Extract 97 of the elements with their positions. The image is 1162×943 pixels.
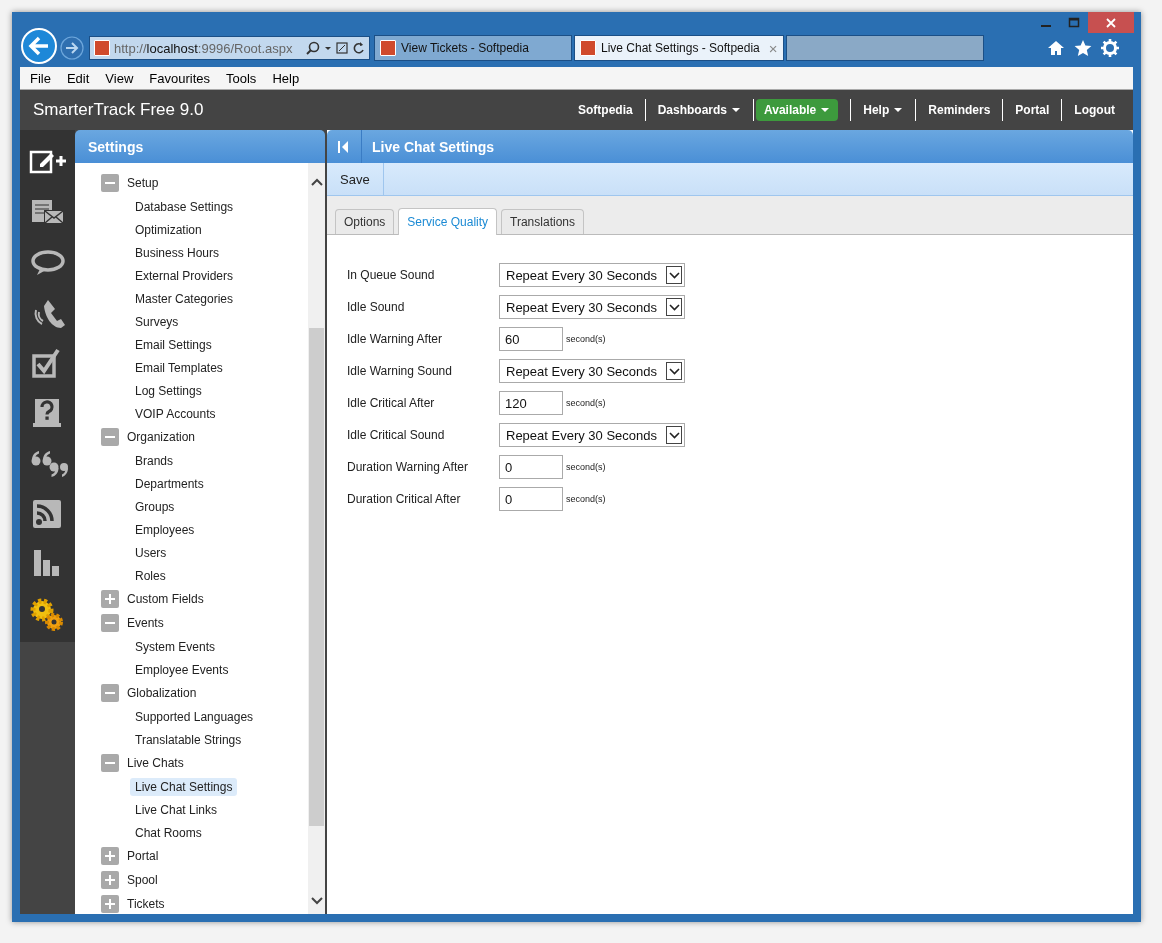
dropdown[interactable]: Repeat Every 30 Seconds	[499, 423, 685, 447]
nav-link[interactable]: Logout	[1062, 103, 1127, 117]
new-tab-button[interactable]	[785, 35, 984, 61]
close-icon[interactable]	[1105, 16, 1117, 29]
back-icon[interactable]	[20, 27, 58, 65]
tree-item[interactable]: Database Settings	[130, 197, 239, 216]
status-button[interactable]: Available	[756, 99, 839, 121]
tree-item[interactable]: Brands	[130, 451, 179, 470]
field-label: Idle Warning Sound	[347, 364, 453, 378]
tree-item[interactable]: Employees	[130, 520, 200, 539]
tree-item[interactable]: Events	[127, 616, 164, 630]
field-label: Idle Warning After	[347, 332, 443, 346]
site-icon	[94, 40, 110, 56]
field-label: Duration Critical After	[347, 492, 462, 506]
tree-item[interactable]: Employee Events	[130, 660, 234, 679]
address-text: http://localhost:9996/Root.aspx	[114, 40, 294, 56]
site-icon	[380, 40, 396, 56]
scrollbar-thumb[interactable]	[309, 328, 324, 826]
unit-label: second(s)	[566, 334, 606, 344]
tree-item[interactable]: Departments	[130, 474, 209, 493]
tree-item[interactable]: Email Settings	[130, 335, 217, 354]
tree-item[interactable]: Users	[130, 543, 172, 562]
nav-link[interactable]: Reminders	[916, 103, 1003, 117]
tree-item[interactable]: Live Chat Settings	[130, 777, 238, 796]
tree-item[interactable]: Business Hours	[130, 243, 225, 262]
star-icon[interactable]	[1074, 39, 1092, 57]
content-title: Live Chat Settings	[372, 138, 495, 155]
tab[interactable]: Translations	[501, 209, 584, 234]
search-icon[interactable]	[306, 41, 320, 55]
tree-item[interactable]: Live Chat Links	[130, 800, 223, 819]
tree-item[interactable]: System Events	[130, 637, 221, 656]
tree-item[interactable]: Tickets	[127, 897, 165, 911]
close-button[interactable]	[1088, 12, 1134, 33]
tree-item[interactable]: VOIP Accounts	[130, 404, 221, 423]
field-label: Idle Critical Sound	[347, 428, 446, 442]
settings-icon[interactable]	[1101, 39, 1119, 57]
menu-item[interactable]: File	[22, 70, 59, 86]
input-field[interactable]: 120	[499, 391, 563, 415]
tree-item[interactable]: Supported Languages	[130, 707, 259, 726]
field-label: In Queue Sound	[347, 268, 436, 282]
tree-item[interactable]: Globalization	[127, 686, 197, 700]
maximize-icon[interactable]	[1068, 17, 1080, 29]
caret-icon[interactable]	[731, 107, 742, 113]
tree-item[interactable]: Portal	[127, 849, 159, 863]
tree-item[interactable]: Roles	[130, 566, 171, 585]
field-label: Duration Warning After	[347, 460, 469, 474]
browser-tab[interactable]: Live Chat Settings - Softpedia ×	[574, 35, 784, 61]
menu-item[interactable]: Help	[264, 70, 308, 86]
tree-item[interactable]: Master Categories	[130, 289, 239, 308]
tree-item[interactable]: Setup	[127, 176, 159, 190]
input-field[interactable]: 60	[499, 327, 563, 351]
menu-item[interactable]: View	[97, 70, 142, 86]
nav-link[interactable]: Softpedia	[566, 103, 645, 117]
unit-label: second(s)	[566, 398, 606, 408]
home-icon[interactable]	[1047, 39, 1065, 57]
address-bar[interactable]: http://localhost:9996/Root.aspx	[89, 36, 370, 60]
tree-item[interactable]: Spool	[127, 873, 158, 887]
input-field[interactable]: 0	[499, 487, 563, 511]
scroll-up-icon[interactable]	[309, 177, 324, 187]
dropdown[interactable]: Repeat Every 30 Seconds	[499, 359, 685, 383]
unit-label: second(s)	[566, 494, 606, 504]
dropdown-menu[interactable]: Dashboards	[645, 103, 754, 117]
menu-item[interactable]: Edit	[58, 70, 98, 86]
input-field[interactable]: 0	[499, 455, 563, 479]
scrollbar[interactable]	[308, 163, 325, 914]
save-button[interactable]: Save	[327, 163, 384, 195]
tree-item[interactable]: Chat Rooms	[130, 823, 207, 842]
menu-item[interactable]: Tools	[218, 70, 265, 86]
tab[interactable]: Service Quality	[398, 208, 498, 235]
tree-item[interactable]: Groups	[130, 497, 180, 516]
nav-link[interactable]: Portal	[1003, 103, 1062, 117]
menu-item[interactable]: Favourites	[141, 70, 218, 86]
tree-item[interactable]: Organization	[127, 430, 196, 444]
site-icon	[580, 40, 596, 56]
tree-item[interactable]: Email Templates	[130, 358, 228, 377]
tree-item[interactable]: External Providers	[130, 266, 239, 285]
compatibility-icon[interactable]	[336, 41, 348, 55]
dropdown[interactable]: Repeat Every 30 Seconds	[499, 295, 685, 319]
forward-icon[interactable]	[60, 36, 84, 60]
browser-tab[interactable]: View Tickets - Softpedia	[374, 35, 572, 61]
tab[interactable]: Options	[335, 209, 395, 234]
app-title: SmarterTrack Free 9.0	[33, 100, 204, 120]
refresh-icon[interactable]	[352, 41, 365, 55]
dropdown[interactable]: Repeat Every 30 Seconds	[499, 263, 685, 287]
caret-icon[interactable]	[893, 107, 904, 113]
tree-item[interactable]: Surveys	[130, 312, 184, 331]
unit-label: second(s)	[566, 462, 606, 472]
tree-item[interactable]: Live Chats	[127, 756, 184, 770]
field-label: Idle Sound	[347, 300, 406, 314]
dropdown-menu[interactable]: Help	[851, 103, 916, 117]
tree-item[interactable]: Optimization	[130, 220, 207, 239]
tree-item[interactable]: Custom Fields	[127, 592, 204, 606]
scroll-down-icon[interactable]	[309, 896, 324, 906]
tree-item[interactable]: Log Settings	[130, 381, 207, 400]
field-label: Idle Critical After	[347, 396, 436, 410]
panel-title: Settings	[88, 138, 144, 155]
tree-item[interactable]: Translatable Strings	[130, 730, 247, 749]
